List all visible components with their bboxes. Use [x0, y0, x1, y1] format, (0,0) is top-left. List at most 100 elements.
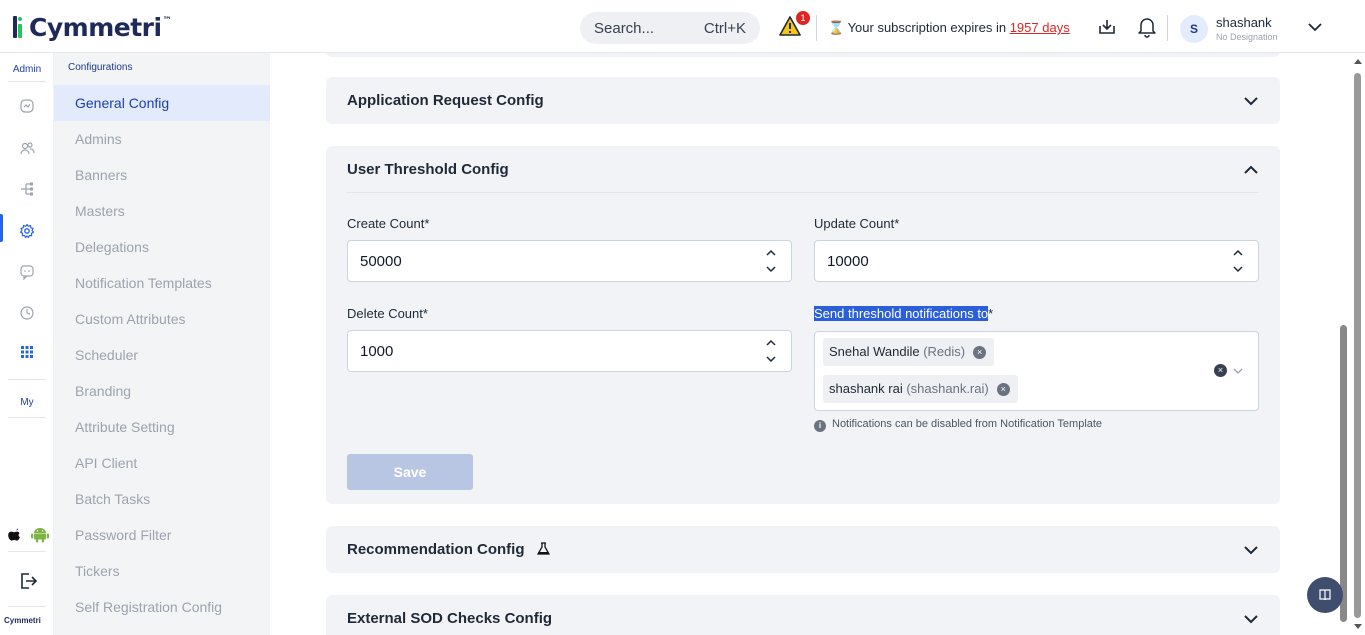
settings-icon[interactable] — [19, 223, 35, 239]
apple-icon[interactable] — [7, 528, 21, 544]
main-content: Application Request Config User Threshol… — [298, 53, 1308, 635]
chat-icon[interactable] — [19, 264, 35, 280]
create-count-value: 50000 — [360, 253, 402, 270]
panel-previous — [326, 53, 1280, 57]
subnav-item-general-config[interactable]: General Config — [54, 85, 270, 121]
delete-count-field[interactable]: 1000 — [347, 330, 792, 372]
search-placeholder: Search... — [594, 20, 655, 37]
my-section-label[interactable]: My — [0, 397, 54, 408]
hint-text: Notifications can be disabled from Notif… — [832, 418, 1103, 430]
subnav-item-notification-templates[interactable]: Notification Templates — [54, 265, 270, 301]
search-input[interactable]: Search... Ctrl+K — [580, 12, 760, 44]
subnav-item-tickers[interactable]: Tickers — [54, 553, 270, 589]
recipient-id: (shashank.rai) — [906, 381, 989, 396]
subnav-item-password-filter[interactable]: Password Filter — [54, 517, 270, 553]
chevron-down-icon[interactable] — [1244, 94, 1258, 108]
icon-rail: Admin My Cymmetri — [0, 53, 54, 635]
admin-section-label[interactable]: Admin — [0, 64, 54, 75]
user-name[interactable]: shashank — [1216, 15, 1272, 30]
subscription-text: Your subscription expires in — [847, 20, 1007, 35]
stepper-icon[interactable] — [765, 247, 777, 275]
scroll-up-icon[interactable] — [1353, 57, 1363, 65]
remove-chip-icon[interactable]: × — [996, 383, 1010, 397]
flask-icon — [536, 542, 550, 555]
help-book-button[interactable] — [1307, 577, 1343, 613]
panel-title: Application Request Config — [347, 92, 544, 109]
alerts-button[interactable]: 1 — [779, 11, 810, 38]
create-count-label: Create Count* — [347, 216, 430, 231]
notification-hint: i Notifications can be disabled from Noti… — [814, 418, 1102, 432]
subnav-heading: Configurations — [68, 62, 133, 73]
content-scrollbar-thumb[interactable] — [1340, 325, 1347, 622]
stepper-icon[interactable] — [1232, 247, 1244, 275]
subnav-item-delegations[interactable]: Delegations — [54, 229, 270, 265]
subnav-item-api-client[interactable]: API Client — [54, 445, 270, 481]
hierarchy-icon[interactable] — [19, 181, 35, 197]
logo-mark-icon — [13, 16, 27, 38]
avatar[interactable]: S — [1180, 15, 1208, 43]
chevron-down-icon[interactable] — [1233, 367, 1243, 375]
recipient-name: shashank rai — [829, 381, 903, 396]
clear-all-icon[interactable]: × — [1214, 364, 1227, 377]
update-count-value: 10000 — [827, 253, 869, 270]
info-icon: i — [814, 420, 826, 432]
hourglass-icon: ⌛ — [828, 20, 845, 35]
download-icon[interactable] — [1097, 17, 1117, 37]
divider — [1167, 15, 1168, 41]
subnav-item-custom-attributes[interactable]: Custom Attributes — [54, 301, 270, 337]
recipient-id: (Redis) — [923, 344, 966, 359]
subnav-item-admins[interactable]: Admins — [54, 121, 270, 157]
scroll-down-icon[interactable] — [1353, 623, 1363, 631]
recipient-chip: Snehal Wandile (Redis) × — [823, 338, 995, 366]
scrollbar-area — [1335, 53, 1365, 635]
subnav-item-batch-tasks[interactable]: Batch Tasks — [54, 481, 270, 517]
top-bar: Cymmetri ™ Search... Ctrl+K 1 ⌛ Your subs… — [0, 0, 1365, 53]
save-button[interactable]: Save — [347, 454, 473, 490]
chevron-down-icon[interactable] — [1244, 612, 1258, 626]
divider — [8, 379, 46, 380]
divider — [8, 81, 46, 82]
cymmetri-logo[interactable]: Cymmetri ™ — [13, 13, 172, 42]
chevron-down-icon[interactable] — [1308, 22, 1322, 32]
update-count-label: Update Count* — [814, 216, 900, 231]
remove-chip-icon[interactable]: × — [973, 346, 987, 360]
apps-grid-icon[interactable] — [19, 344, 35, 360]
page-scrollbar-thumb[interactable] — [1354, 73, 1361, 618]
android-icon[interactable] — [31, 527, 49, 543]
divider — [8, 606, 46, 607]
search-shortcut: Ctrl+K — [703, 20, 746, 37]
notify-label-text: Send threshold notifications to — [814, 306, 989, 321]
notify-recipients-label: Send threshold notifications to* — [814, 306, 993, 321]
panel-title: Recommendation Config — [347, 541, 550, 558]
subnav-item-self-registration-config[interactable]: Self Registration Config — [54, 589, 270, 625]
panel-title[interactable]: User Threshold Config — [347, 161, 509, 178]
subnav-item-branding[interactable]: Branding — [54, 373, 270, 409]
chevron-down-icon[interactable] — [1244, 543, 1258, 557]
user-designation: No Designation — [1216, 32, 1278, 42]
recipient-name: Snehal Wandile — [829, 344, 920, 359]
bell-icon[interactable] — [1137, 16, 1157, 38]
alert-count-badge: 1 — [796, 11, 810, 25]
panel-recommendation-config[interactable]: Recommendation Config — [326, 526, 1280, 573]
notify-recipients-select[interactable]: Snehal Wandile (Redis) × shashank rai (sh… — [814, 331, 1259, 411]
subscription-days-link[interactable]: 1957 days — [1010, 20, 1070, 35]
subnav-item-banners[interactable]: Banners — [54, 157, 270, 193]
panel-application-request-config[interactable]: Application Request Config — [326, 77, 1280, 124]
rail-active-indicator — [0, 214, 3, 242]
update-count-field[interactable]: 10000 — [814, 240, 1259, 282]
create-count-field[interactable]: 50000 — [347, 240, 792, 282]
panel-external-sod-checks-config[interactable]: External SOD Checks Config — [326, 595, 1280, 635]
users-icon[interactable] — [19, 140, 35, 156]
divider — [8, 551, 46, 552]
panel-title: External SOD Checks Config — [347, 610, 553, 627]
history-icon[interactable] — [19, 305, 35, 321]
logout-icon[interactable] — [18, 571, 38, 591]
stepper-icon[interactable] — [765, 337, 777, 365]
book-icon — [1319, 589, 1331, 601]
subnav-item-scheduler[interactable]: Scheduler — [54, 337, 270, 373]
divider — [816, 15, 817, 41]
chevron-up-icon[interactable] — [1244, 163, 1258, 177]
subnav-item-masters[interactable]: Masters — [54, 193, 270, 229]
dashboard-icon[interactable] — [19, 98, 35, 114]
subnav-item-attribute-setting[interactable]: Attribute Setting — [54, 409, 270, 445]
